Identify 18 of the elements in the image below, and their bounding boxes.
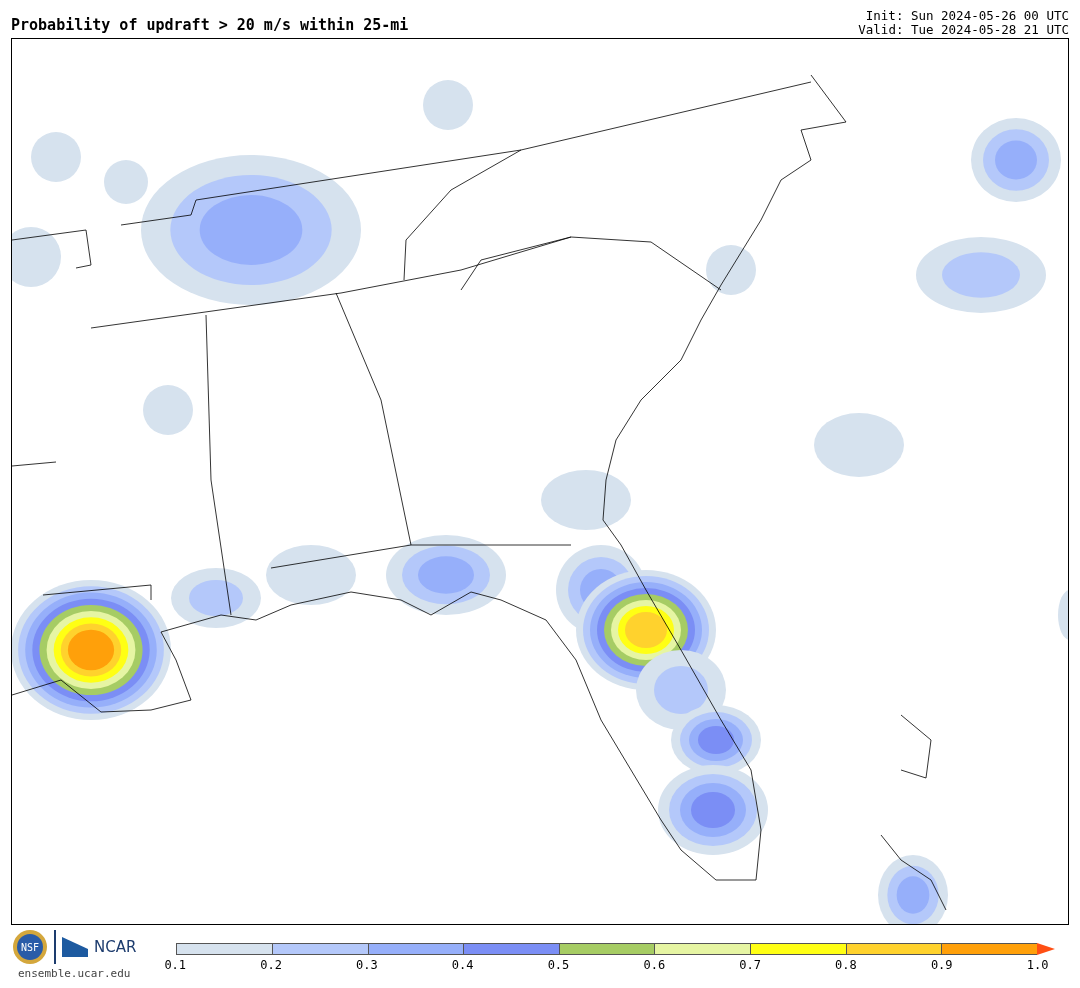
tick-label: 0.4 <box>451 958 474 972</box>
tick-label: 0.1 <box>164 958 187 972</box>
tick-label: 0.5 <box>547 958 570 972</box>
tick-label: 0.6 <box>643 958 666 972</box>
site-url: ensemble.ucar.edu <box>17 967 131 980</box>
wave-logo-icon <box>62 937 88 957</box>
tick-label: 0.8 <box>835 958 857 972</box>
chart-title: Probability of updraft > 20 m/s within 25-mi <box>11 16 409 36</box>
run-time-label: Init: Sun 2024-05-26 00 UTC <box>865 9 1069 23</box>
tick-label: 0.2 <box>260 958 282 972</box>
ncar-logo-text: NCAR <box>94 938 137 956</box>
seal-logo-icon: NSF <box>12 929 48 965</box>
run-time-label: Valid: Tue 2024-05-28 21 UTC <box>858 23 1069 37</box>
tick-label: 1.0 <box>1026 958 1049 972</box>
logo-divider-icon <box>54 930 56 964</box>
tick-label: 0.9 <box>930 958 953 972</box>
tick-label: 0.3 <box>356 958 378 972</box>
tick-label: 0.7 <box>739 958 761 972</box>
